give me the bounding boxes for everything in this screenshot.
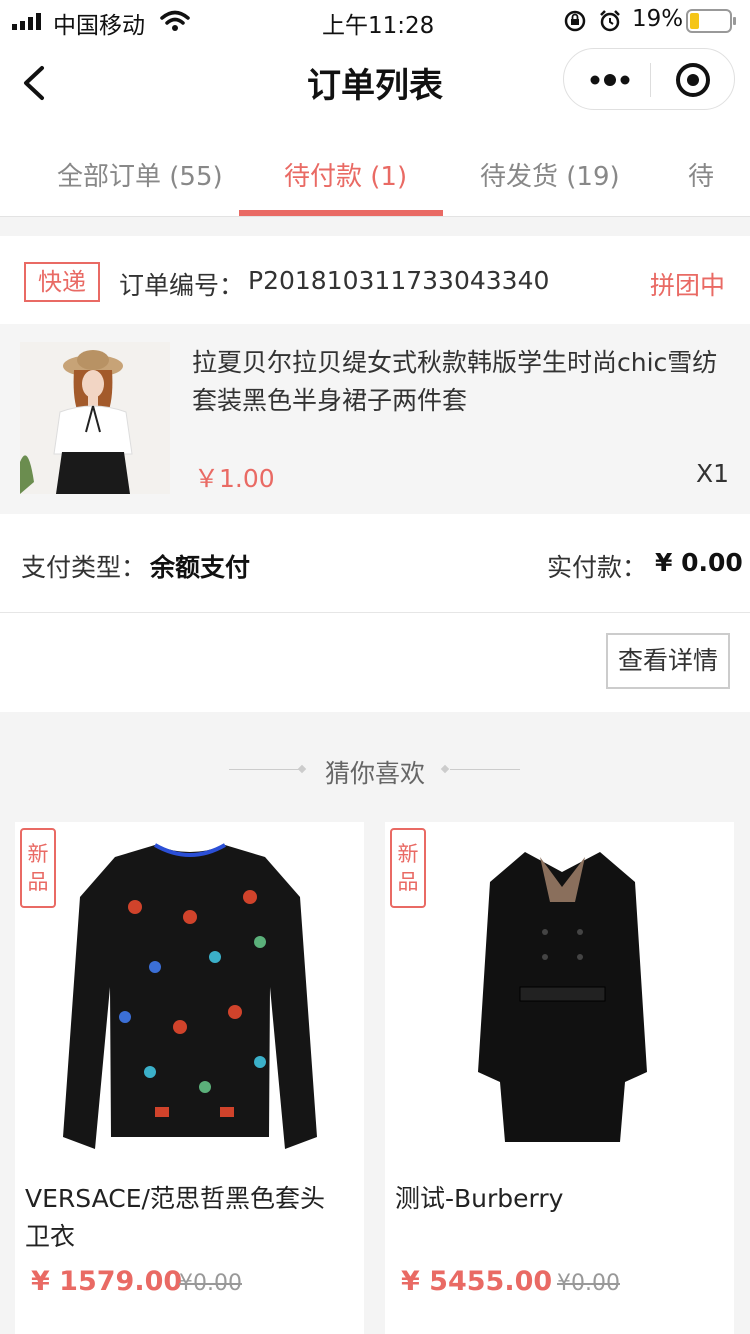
product-qty: X1: [696, 459, 730, 488]
signal-icon: [12, 12, 48, 30]
order-item[interactable]: 拉夏贝尔拉贝缇女式秋款韩版学生时尚chic雪纺套装黑色半身裙子两件套 ￥1.00…: [0, 324, 750, 514]
recommend-title: 猜你喜欢: [324, 759, 425, 788]
tab-pending-shipment[interactable]: 待发货 (19): [480, 156, 620, 193]
order-number-label: 订单编号：: [119, 271, 245, 300]
tab-all-orders[interactable]: 全部订单 (55): [57, 156, 223, 193]
product-card[interactable]: 新品 VERSACE/范思哲黑色套头卫衣 ¥ 1579.00 ¥0.00: [15, 822, 364, 1334]
rotation-lock-icon: [563, 9, 587, 37]
pay-type-label: 支付类型：: [21, 553, 147, 582]
product-price: ¥ 5455.00: [401, 1266, 553, 1297]
nav-bar: 订单列表: [0, 40, 750, 128]
carrier-text: 中国移动: [53, 13, 145, 39]
new-badge: 新品: [20, 828, 56, 908]
product-original-price: ¥0.00: [557, 1271, 620, 1296]
order-divider: [0, 612, 750, 613]
battery-icon: [686, 9, 738, 37]
capsule-divider: [650, 63, 651, 97]
product-price: ￥1.00: [194, 464, 275, 493]
status-bar: 中国移动 上午11:28 19%: [0, 0, 750, 40]
wifi-icon: [160, 10, 190, 36]
more-button[interactable]: [582, 63, 638, 97]
paid-label: 实付款：: [547, 553, 648, 582]
paid-amount: ¥ 0.00: [655, 548, 743, 577]
close-button[interactable]: [674, 61, 712, 99]
header-line-right: [450, 769, 520, 770]
product-title: 拉夏贝尔拉贝缇女式秋款韩版学生时尚chic雪纺套装黑色半身裙子两件套: [192, 348, 718, 415]
product-image: [465, 842, 660, 1156]
new-badge: 新品: [390, 828, 426, 908]
view-details-button[interactable]: 查看详情: [606, 633, 730, 689]
product-name: VERSACE/范思哲黑色套头卫衣: [25, 1184, 325, 1251]
time-text: 上午11:28: [322, 13, 435, 39]
delivery-tag: 快递: [24, 262, 100, 302]
recommend-header: 猜你喜欢: [0, 740, 750, 800]
target-circle-icon: [676, 63, 710, 97]
alarm-icon: [598, 9, 622, 37]
tab-pending-payment[interactable]: 待付款 (1): [284, 156, 407, 193]
order-card: 快递 订单编号： P201810311733043340 拼团中 拉夏贝尔拉贝缇…: [0, 236, 750, 712]
pay-type-value: 余额支付: [150, 553, 251, 582]
more-dots-icon: [590, 74, 630, 86]
product-card[interactable]: 新品 测试-Burberry ¥ 5455.00 ¥0.00: [385, 822, 734, 1334]
order-status: 拼团中: [650, 271, 726, 300]
product-name: 测试-Burberry: [395, 1184, 564, 1213]
product-original-price: ¥0.00: [179, 1271, 242, 1296]
order-number: P201810311733043340: [248, 266, 550, 295]
tab-pending-more[interactable]: 待: [688, 156, 714, 193]
product-image: [55, 837, 325, 1161]
order-tabs: 全部订单 (55) 待付款 (1) 待发货 (19) 待: [0, 128, 750, 217]
product-price: ¥ 1579.00: [31, 1266, 183, 1297]
active-tab-indicator: [239, 210, 443, 216]
capsule-menu: [563, 48, 735, 110]
product-thumbnail: [20, 342, 170, 494]
battery-percent: 19%: [632, 6, 684, 32]
